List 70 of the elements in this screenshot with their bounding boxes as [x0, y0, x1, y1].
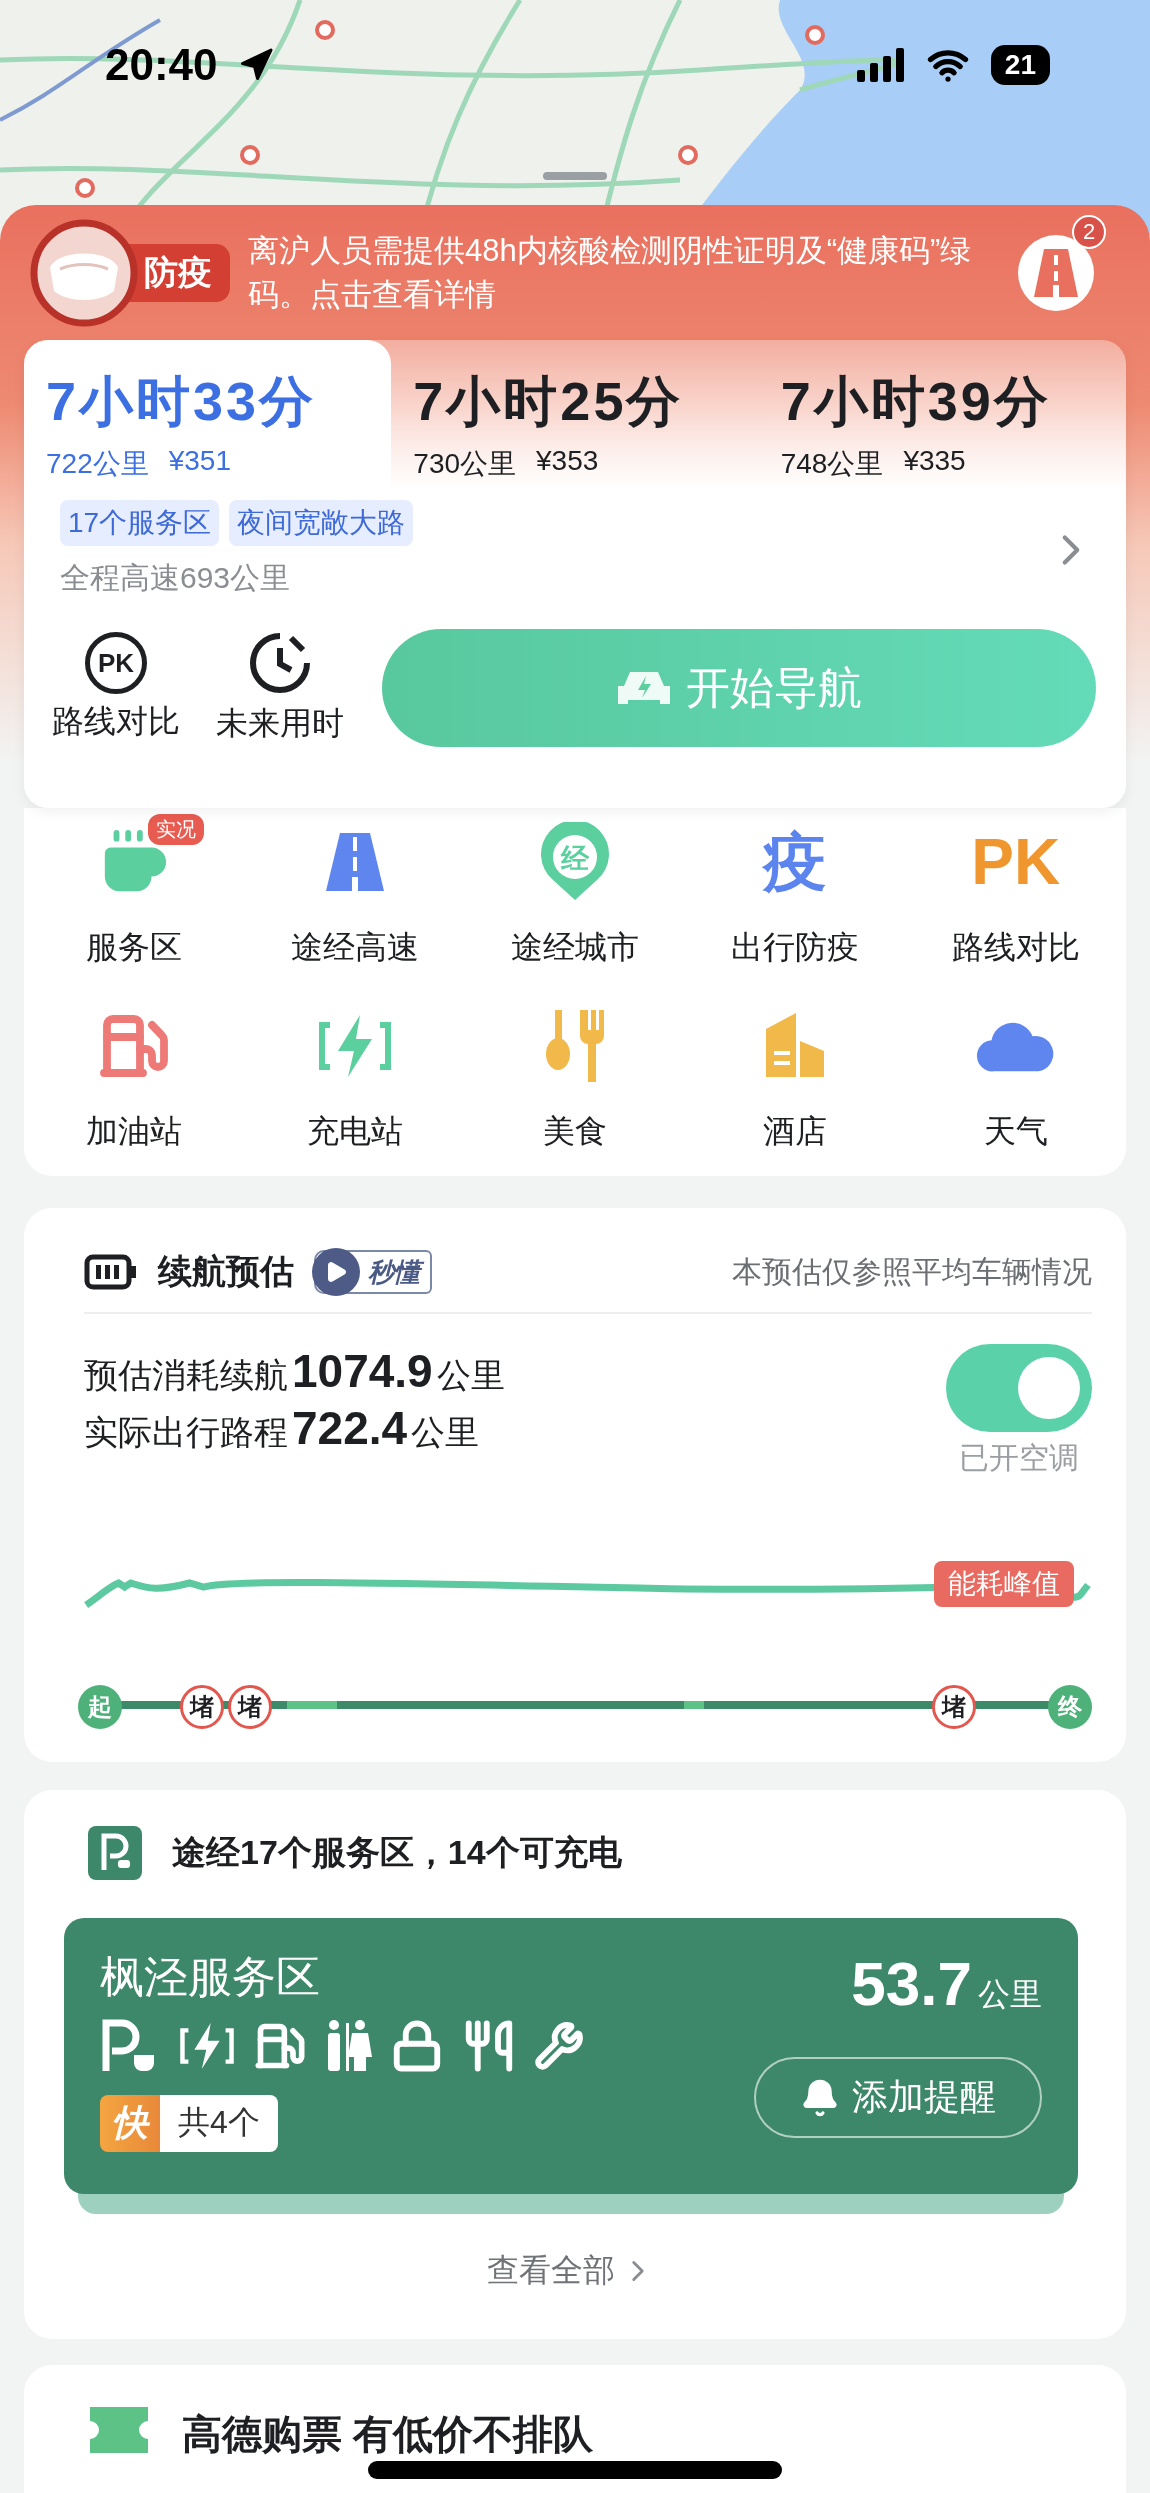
view-all-link[interactable]: 查看全部 [481, 2248, 661, 2294]
tool-button[interactable]: 天气 [905, 992, 1126, 1154]
route-summary: 全程高速693公里 [60, 560, 292, 596]
tool-button[interactable]: 经 途经城市 [464, 808, 686, 970]
route-distance: 748公里 [780, 447, 884, 481]
tool-button[interactable]: 酒店 [685, 992, 906, 1154]
wrench-icon [534, 2021, 584, 2071]
video-badge[interactable]: 秒懂 [314, 1250, 432, 1294]
pk-glyph-icon: PK [971, 825, 1061, 899]
route-toll: ¥335 [903, 445, 966, 478]
stat-value: 722.4 [292, 1401, 408, 1455]
route-duration: 7小时25分 [413, 370, 685, 433]
stat-unit: 公里 [411, 1412, 480, 1453]
parking-icon [88, 1826, 142, 1880]
fast-charge-tag: 快 [100, 2095, 160, 2152]
drag-handle[interactable] [543, 172, 607, 180]
route-duration: 7小时33分 [46, 370, 318, 433]
notification-badge: 2 [1072, 214, 1106, 249]
pk-icon: PK [85, 632, 147, 694]
service-title: 途经17个服务区，14个可充电 [172, 1832, 622, 1873]
add-reminder-button[interactable]: 添加提醒 [754, 2057, 1042, 2138]
route-tab[interactable]: 7小时39分 748公里 ¥335 [758, 340, 1126, 490]
location-pin-icon: 经 [539, 822, 611, 902]
route-tag: 17个服务区 [60, 500, 220, 546]
range-note: 本预估仅参照平均车辆情况 [732, 1253, 1092, 1290]
stat-unit: 公里 [436, 1355, 505, 1396]
charger-count: 共4个 [160, 2095, 278, 2152]
route-tab[interactable]: 7小时33分 722公里 ¥351 [24, 340, 392, 490]
live-badge: 实况 [148, 814, 205, 845]
distance-unit: 公里 [978, 1975, 1042, 2014]
stat-label: 实际出行路程 [84, 1412, 288, 1453]
signal-icon [856, 48, 905, 82]
congestion-marker: 堵 [931, 1685, 976, 1729]
stat-value: 1074.9 [292, 1344, 433, 1398]
route-distance: 730公里 [413, 447, 517, 481]
ac-label: 已开空调 [959, 1440, 1079, 1476]
tool-button[interactable]: 途经高速 [244, 808, 465, 970]
stat-label: 预估消耗续航 [84, 1355, 288, 1396]
route-toll: ¥351 [168, 445, 231, 478]
route-action-button[interactable]: 未来用时 [208, 630, 352, 746]
tool-button[interactable]: PK 路线对比 [905, 808, 1126, 970]
tool-button[interactable]: 疫 出行防疫 [685, 808, 906, 970]
route-tag: 夜间宽敞大路 [229, 500, 414, 546]
battery-indicator: 21 [990, 45, 1050, 85]
face-mask-icon [30, 218, 138, 327]
bell-icon [800, 2077, 840, 2118]
service-area-name: 枫泾服务区 [100, 1951, 321, 2003]
epidemic-glyph-icon: 疫 [763, 818, 828, 906]
congestion-marker: 堵 [179, 1685, 224, 1729]
status-time: 20:40 [105, 40, 218, 90]
tool-button[interactable]: 美食 [464, 992, 686, 1154]
congestion-marker: 堵 [228, 1685, 273, 1729]
battery-icon [84, 1254, 138, 1290]
clock-icon [247, 630, 313, 696]
route-duration: 7小时39分 [780, 370, 1052, 433]
start-marker: 起 [78, 1685, 122, 1729]
route-action-button[interactable]: PK 路线对比 [44, 632, 188, 744]
route-toll: ¥353 [536, 445, 599, 478]
range-title: 续航预估 [158, 1251, 294, 1292]
ticket-icon [90, 2407, 148, 2453]
tool-button[interactable]: 加油站 [24, 992, 245, 1154]
end-marker: 终 [1048, 1685, 1092, 1729]
route-distance: 722公里 [46, 447, 149, 481]
energy-peak-tag: 能耗峰值 [934, 1561, 1074, 1607]
promo-title: 高德购票 有低价不排队 [182, 2411, 594, 2458]
service-area-card[interactable]: 枫泾服务区 快 共4个 53.7 公里 添加提醒 [64, 1918, 1078, 2194]
tool-button[interactable]: 实况 服务区 [24, 808, 245, 970]
tool-button[interactable]: 充电站 [244, 992, 465, 1154]
area-distance: 53.7 [851, 1948, 972, 2019]
route-tab[interactable]: 7小时25分 730公里 ¥353 [391, 340, 759, 490]
